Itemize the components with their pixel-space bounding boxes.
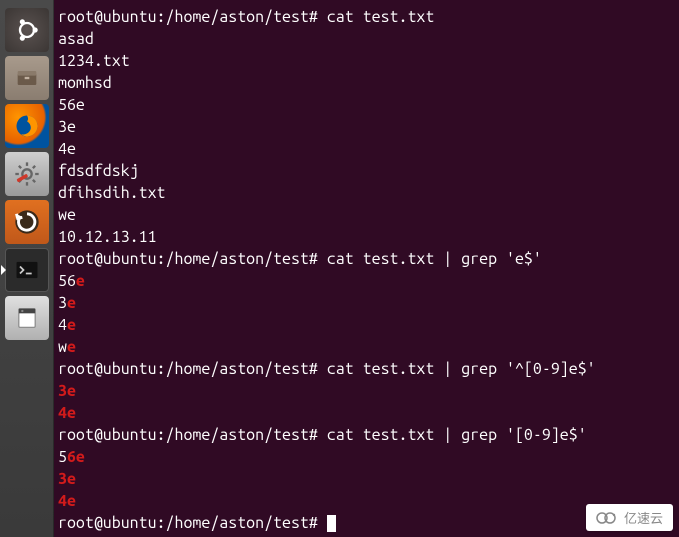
command-text: cat test.txt — [327, 8, 435, 26]
output-line: we — [58, 336, 675, 358]
firefox-icon[interactable] — [5, 104, 49, 148]
software-updater-icon[interactable] — [5, 200, 49, 244]
output-line: 4e — [58, 314, 675, 336]
output-line: momhsd — [58, 72, 675, 94]
shell-prompt: root@ubuntu:/home/aston/test# — [58, 360, 318, 378]
terminal-cursor — [327, 515, 336, 532]
grep-match: 4e — [58, 492, 76, 510]
output-line: 4e — [58, 490, 675, 512]
grep-match: e — [67, 316, 76, 334]
output-line: 4e — [58, 402, 675, 424]
terminal-output[interactable]: root@ubuntu:/home/aston/test# cat test.t… — [54, 0, 679, 537]
output-line: fdsdfdskj — [58, 160, 675, 182]
output-line: 56e — [58, 94, 675, 116]
unity-launcher — [0, 0, 54, 537]
grep-match: e — [76, 272, 85, 290]
output-line: 4e — [58, 138, 675, 160]
grep-match: e — [67, 338, 76, 356]
output-line: 3e — [58, 116, 675, 138]
watermark-text: 亿速云 — [624, 508, 663, 527]
prompt-line: root@ubuntu:/home/aston/test# cat test.t… — [58, 248, 675, 270]
grep-match: 3e — [58, 470, 76, 488]
prompt-line: root@ubuntu:/home/aston/test# cat test.t… — [58, 6, 675, 28]
system-settings-icon[interactable] — [5, 152, 49, 196]
grep-match: 4e — [58, 404, 76, 422]
file-manager-icon[interactable] — [5, 56, 49, 100]
output-line: 56e — [58, 270, 675, 292]
shell-prompt: root@ubuntu:/home/aston/test# — [58, 250, 318, 268]
grep-match: 3e — [58, 382, 76, 400]
output-line: 3e — [58, 380, 675, 402]
output-line: 56e — [58, 446, 675, 468]
shell-prompt: root@ubuntu:/home/aston/test# — [58, 426, 318, 444]
prompt-line: root@ubuntu:/home/aston/test# cat test.t… — [58, 424, 675, 446]
watermark: 亿速云 — [586, 504, 673, 531]
output-line: 1234.txt — [58, 50, 675, 72]
prompt-line: root@ubuntu:/home/aston/test# — [58, 512, 675, 534]
command-text: cat test.txt | grep '[0-9]e$' — [327, 426, 587, 444]
shell-prompt: root@ubuntu:/home/aston/test# — [58, 8, 318, 26]
output-line: we — [58, 204, 675, 226]
output-line: 3e — [58, 468, 675, 490]
text-editor-icon[interactable] — [5, 296, 49, 340]
command-text: cat test.txt | grep '^[0-9]e$' — [327, 360, 596, 378]
grep-match: 6e — [67, 448, 85, 466]
output-line: asad — [58, 28, 675, 50]
shell-prompt: root@ubuntu:/home/aston/test# — [58, 514, 318, 532]
terminal-icon[interactable] — [5, 248, 49, 292]
output-line: 3e — [58, 292, 675, 314]
command-text: cat test.txt | grep 'e$' — [327, 250, 542, 268]
ubuntu-dash-icon[interactable] — [5, 8, 49, 52]
output-line: 10.12.13.11 — [58, 226, 675, 248]
output-line: dfihsdih.txt — [58, 182, 675, 204]
watermark-logo-icon — [596, 511, 618, 525]
prompt-line: root@ubuntu:/home/aston/test# cat test.t… — [58, 358, 675, 380]
grep-match: e — [67, 294, 76, 312]
